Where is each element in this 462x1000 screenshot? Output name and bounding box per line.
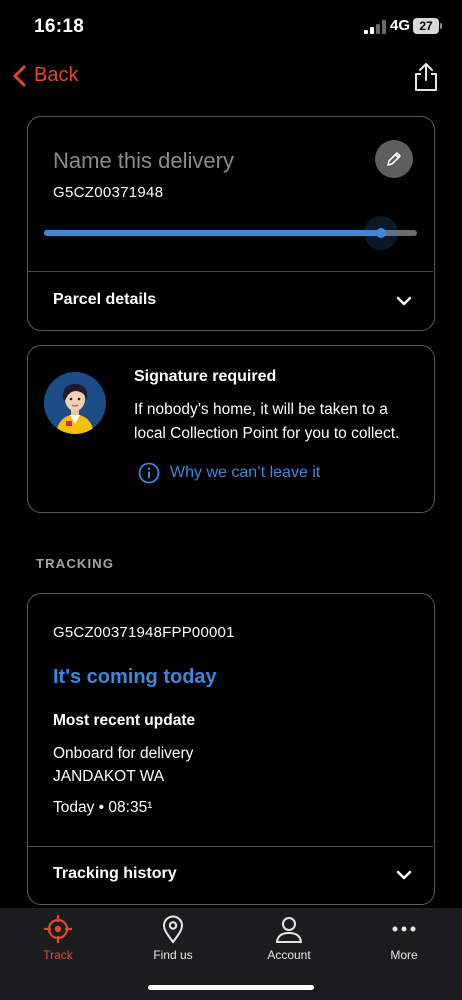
pencil-icon	[387, 152, 401, 166]
home-indicator	[148, 985, 314, 990]
article-id: G5CZ00371948FPP00001	[53, 624, 235, 641]
tab-label: Track	[43, 948, 73, 962]
user-icon	[276, 917, 302, 943]
back-label: Back	[34, 64, 79, 86]
signature-title: Signature required	[134, 368, 277, 385]
chevron-down-icon[interactable]	[396, 296, 412, 306]
consignment-id: G5CZ00371948	[53, 184, 164, 201]
update-location: JANDAKOT WA	[53, 768, 165, 785]
tracking-history-toggle[interactable]: Tracking history	[53, 865, 177, 883]
edit-name-button[interactable]	[375, 140, 413, 178]
courier-avatar	[44, 372, 106, 434]
location-pin-icon	[162, 915, 184, 944]
parcel-details-toggle[interactable]: Parcel details	[53, 291, 156, 309]
tracking-section-label: TRACKING	[36, 556, 115, 571]
more-dots-icon	[392, 926, 416, 932]
progress-fill	[44, 230, 380, 236]
tab-label: More	[390, 948, 418, 962]
tab-track[interactable]: Track	[13, 914, 103, 962]
why-cant-leave-link[interactable]: Why we can’t leave it	[138, 462, 320, 484]
divider	[28, 271, 433, 272]
info-icon	[138, 462, 160, 484]
tab-more[interactable]: More	[359, 914, 449, 962]
recent-update-heading: Most recent update	[53, 712, 196, 729]
back-button[interactable]: Back	[12, 64, 78, 87]
tab-label: Find us	[153, 948, 193, 962]
delivery-eta: It's coming today	[53, 666, 217, 688]
tab-account[interactable]: Account	[244, 914, 334, 962]
progress-knob	[376, 228, 386, 238]
status-time: 16:18	[34, 16, 85, 37]
battery-tip	[440, 23, 442, 29]
signal-icon	[364, 20, 386, 34]
divider	[28, 846, 433, 847]
chevron-left-icon	[13, 65, 26, 86]
why-link-label: Why we can’t leave it	[170, 464, 321, 481]
chevron-down-icon[interactable]	[396, 870, 412, 880]
update-time: Today • 08:35¹	[53, 799, 153, 816]
tab-find-us[interactable]: Find us	[128, 914, 218, 962]
network-type: 4G	[390, 17, 411, 34]
delivery-progress-bar	[44, 230, 417, 236]
crosshair-icon	[43, 914, 73, 944]
tab-label: Account	[267, 948, 311, 962]
battery-icon: 27	[413, 18, 439, 34]
signature-description: If nobody’s home, it will be taken to a …	[134, 401, 400, 442]
share-icon[interactable]	[412, 62, 440, 92]
delivery-name-field[interactable]: Name this delivery	[53, 148, 234, 174]
update-status: Onboard for delivery	[53, 745, 194, 762]
